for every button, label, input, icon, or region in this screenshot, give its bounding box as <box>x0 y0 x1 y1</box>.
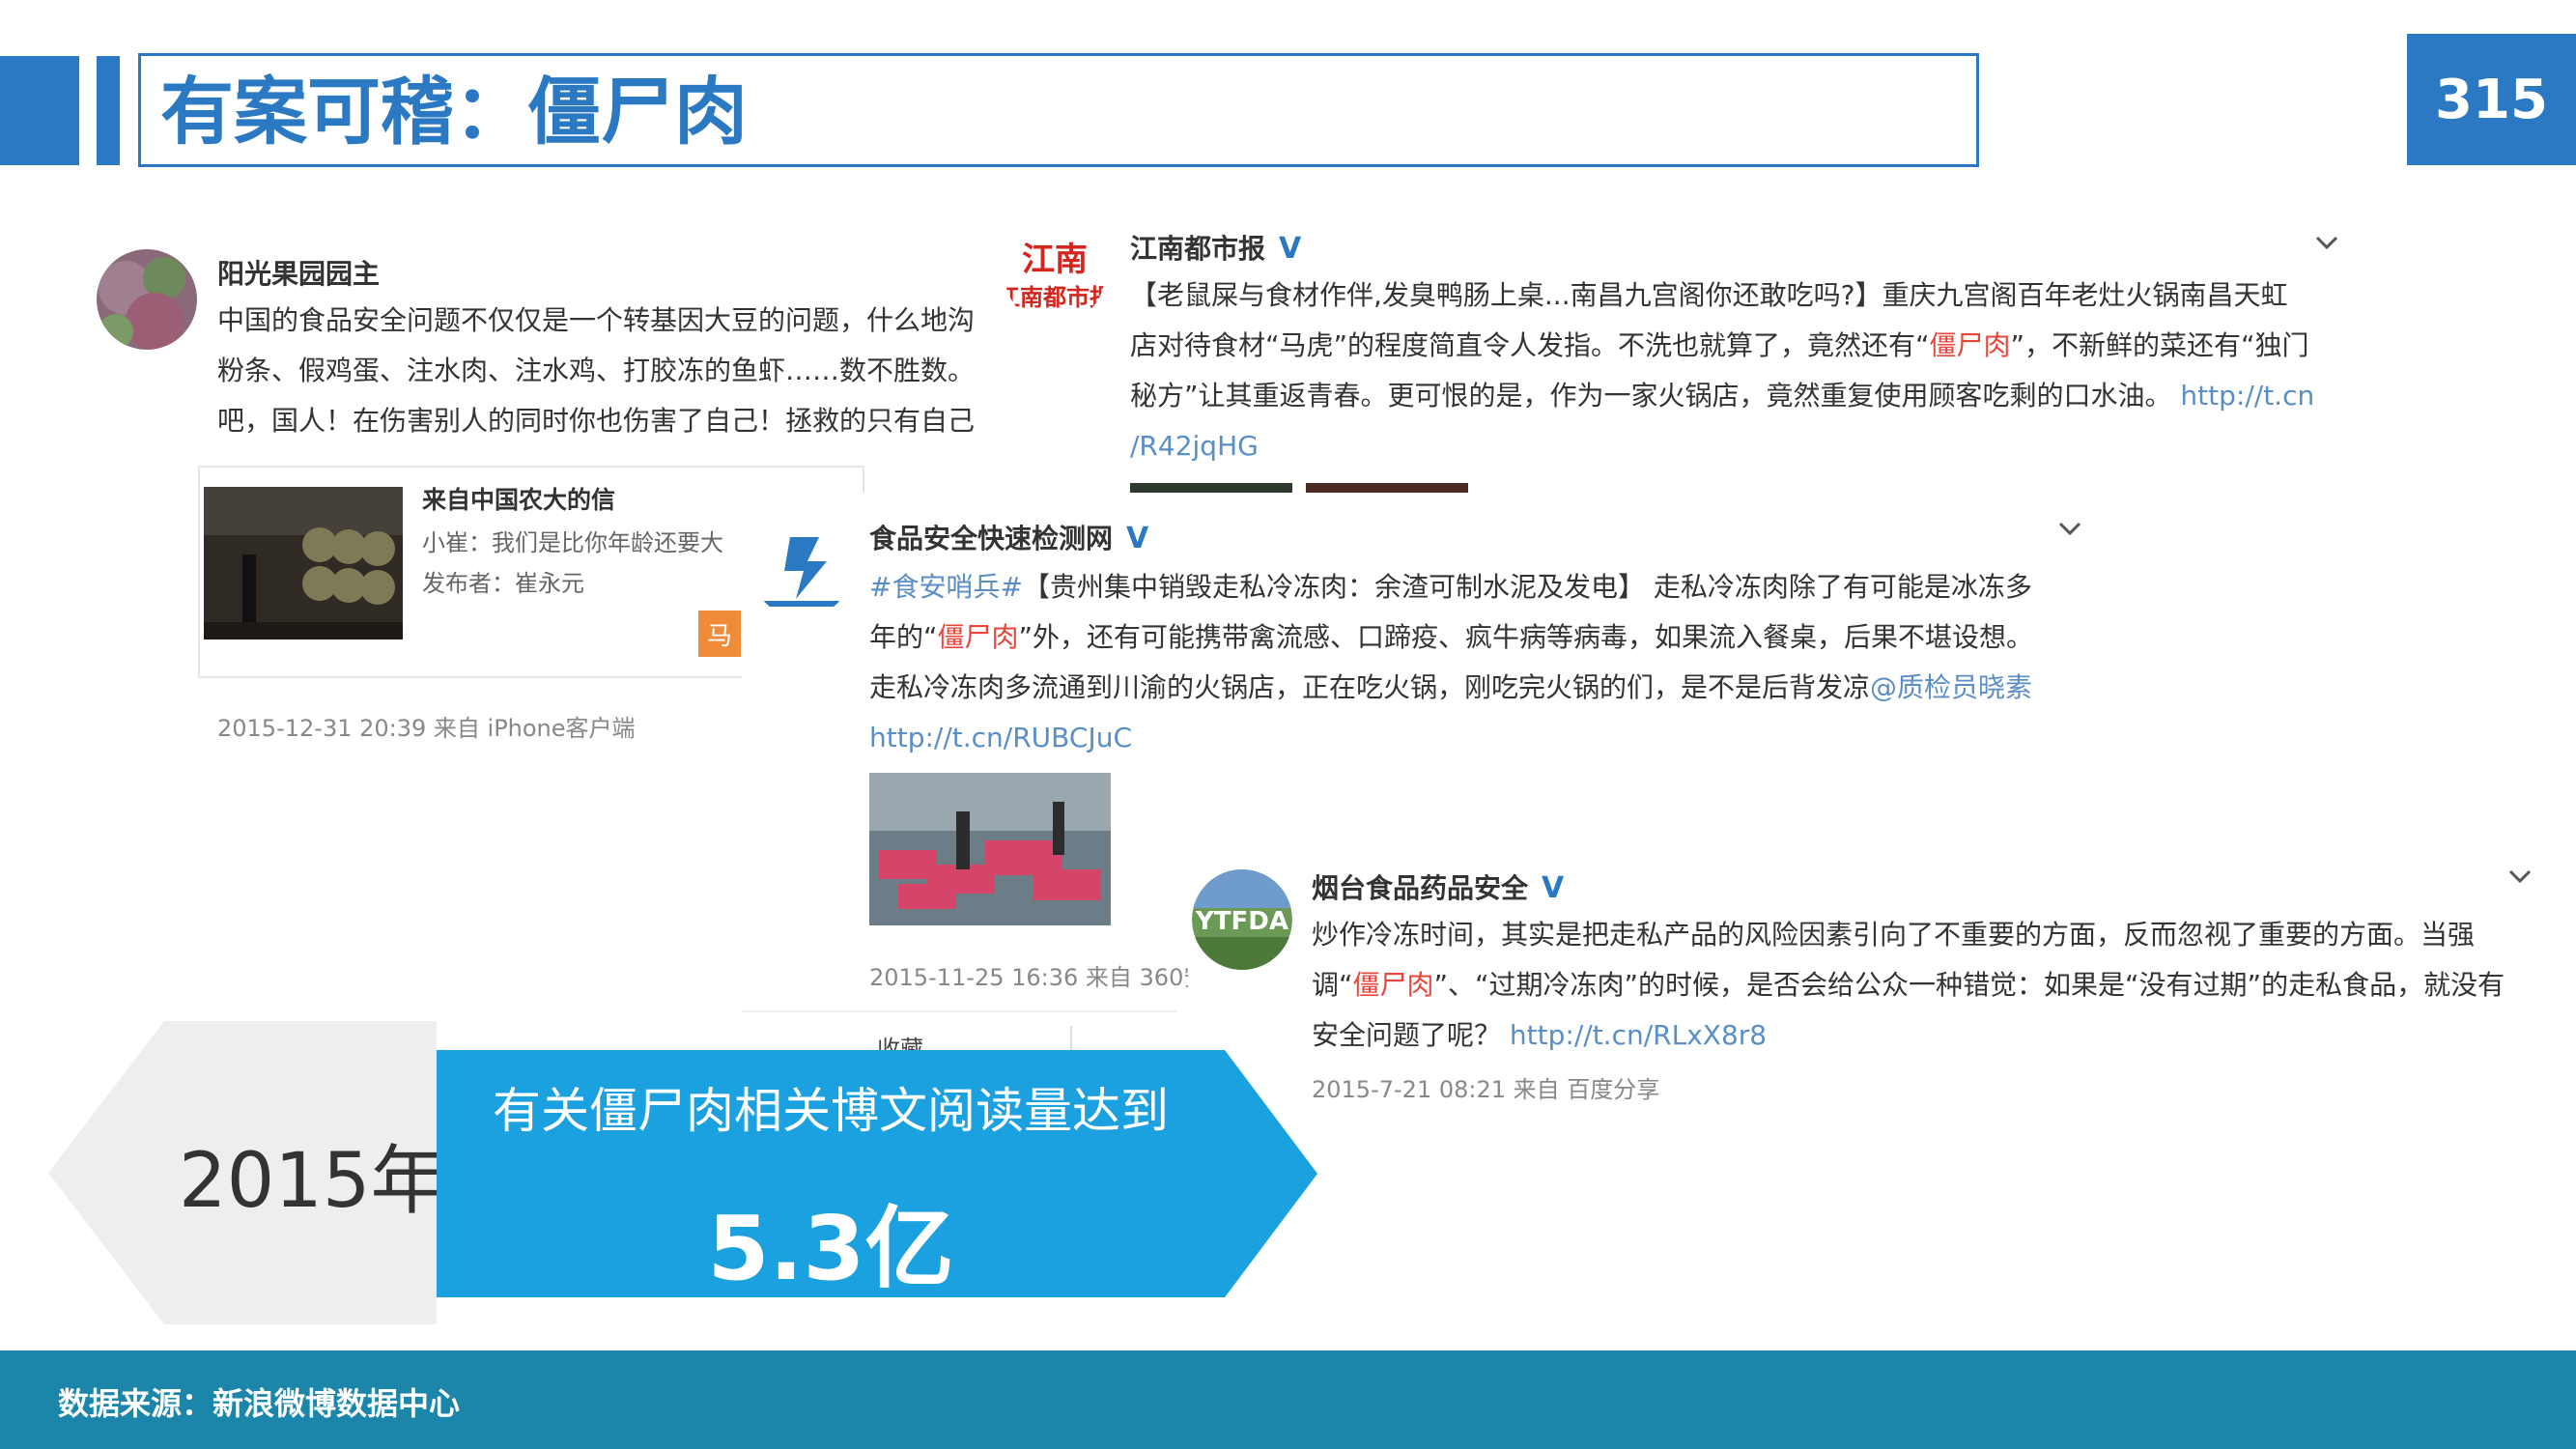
verified-icon: V <box>1279 232 1302 266</box>
callout-year: 2015年 <box>179 1138 446 1225</box>
post-line: 店对待食材“马虎”的程度简直令人发指。不洗也就算了，竟然还有“僵尸肉”，不新鲜的… <box>1130 321 2376 371</box>
post-link[interactable]: http://t.cn <box>2180 380 2314 412</box>
avatar[interactable]: YTFDA <box>1192 869 1292 970</box>
verified-icon: V <box>1126 522 1149 555</box>
text-fragment: 年的“ <box>869 621 938 653</box>
post-line: 吧，国人！在伤害别人的同时你也伤害了自己！拯救的只有自己 <box>217 405 976 437</box>
highlight-keyword: 僵尸肉 <box>1352 969 1434 1001</box>
text-fragment: ”，不新鲜的菜还有“独门 <box>2010 329 2309 361</box>
post-line: 秘方”让其重返青春。更可恨的是，作为一家火锅店，竟然重复使用顾客吃剩的口水油。 … <box>1130 371 2376 421</box>
text-fragment: 店对待食材“马虎”的程度简直令人发指。不洗也就算了，竟然还有“ <box>1130 329 1930 361</box>
author-name: 烟台食品药品安全 <box>1312 872 1529 904</box>
header-accent-bar-thin <box>97 56 120 165</box>
author-name: 江南都市报 <box>1130 233 1266 265</box>
share-thumbnail <box>204 487 403 639</box>
post-line: 走私冷冻肉多流通到川渝的火锅店，正在吃火锅，刚吃完火锅的们，是不是后背发凉@质检… <box>869 663 2113 713</box>
share-title: 来自中国农大的信 <box>422 486 616 514</box>
post-author[interactable]: 江南都市报 V <box>1130 228 1301 267</box>
post-timestamp[interactable]: 2015-7-21 08:21 来自 百度分享 <box>1312 1070 1659 1104</box>
avatar[interactable] <box>751 518 852 618</box>
weibo-post-2: 江南 江南都市报 江南都市报 V 【老鼠屎与食材作伴,发臭鸭肠上桌...南昌九宫阁… <box>1005 213 2376 497</box>
post-divider <box>742 1010 1176 1012</box>
share-tag[interactable]: 马 <box>698 611 741 657</box>
callout-stat-value: 5.3亿 <box>707 1197 954 1300</box>
page-title: 有案可稽：僵尸肉 <box>160 69 748 155</box>
post-line: /R42jqHG <box>1130 421 2376 471</box>
text-fragment: ”外，还有可能携带禽流感、口蹄疫、疯牛病等病毒，如果流入餐桌，后果不堪设想。 <box>1018 621 2034 653</box>
avatar-logo-text: 江南都市报 <box>1005 283 1105 311</box>
post-line: 【老鼠屎与食材作伴,发臭鸭肠上桌...南昌九宫阁你还敢吃吗?】重庆九宫阁百年老灶… <box>1130 279 2288 311</box>
text-fragment: 秘方”让其重返青春。更可恨的是，作为一家火锅店，竟然重复使用顾客吃剩的口水油。 <box>1130 380 2172 412</box>
post-author[interactable]: 烟台食品药品安全 V <box>1312 867 1564 906</box>
post-author[interactable]: 食品安全快速检测网 V <box>869 518 1148 556</box>
highlight-keyword: 僵尸肉 <box>937 621 1019 653</box>
post-line: 炒作冷冻时间，其实是把走私产品的风险因素引向了不重要的方面，反而忽视了重要的方面… <box>1312 919 2476 951</box>
post-timestamp[interactable]: 2015-11-25 16:36 来自 360安 <box>869 958 1206 992</box>
post-text: 中国的食品安全问题不仅仅是一个转基因大豆的问题，什么地沟 粉条、假鸡蛋、注水肉、… <box>217 296 1005 446</box>
mention-link[interactable]: @质检员晓素 <box>1870 671 2032 703</box>
footer-bar: 数据来源：新浪微博数据中心 <box>0 1350 2576 1449</box>
post-link[interactable]: http://t.cn/RLxX8r8 <box>1510 1019 1767 1051</box>
chevron-down-icon[interactable] <box>2057 516 2082 541</box>
post-link[interactable]: /R42jqHG <box>1130 430 1259 462</box>
text-fragment: 【贵州集中销毁走私冷冻肉：余渣可制水泥及发电】 走私冷冻肉除了有可能是冰冻多 <box>1022 571 2032 603</box>
author-name: 食品安全快速检测网 <box>869 523 1114 554</box>
weibo-post-4: YTFDA 烟台食品药品安全 V 炒作冷冻时间，其实是把走私产品的风险因素引向了不… <box>1188 850 2560 1121</box>
post-text: 【老鼠屎与食材作伴,发臭鸭肠上桌...南昌九宫阁你还敢吃吗?】重庆九宫阁百年老灶… <box>1130 270 2376 471</box>
avatar-logo-text: 江南 <box>1022 241 1088 279</box>
verified-icon: V <box>1542 871 1565 905</box>
chevron-down-icon[interactable] <box>2314 230 2339 255</box>
post-line: 中国的食品安全问题不仅仅是一个转基因大豆的问题，什么地沟 <box>217 304 976 336</box>
action-divider <box>1070 1026 1072 1053</box>
avatar-logo-text: YTFDA <box>1195 907 1288 936</box>
header-accent-bar <box>0 56 79 165</box>
post-timestamp[interactable]: 2015-12-31 20:39 来自 iPhone客户端 <box>217 709 636 743</box>
share-publisher: 发布者：崔永元 <box>422 570 584 597</box>
callout-description: 有关僵尸肉相关博文阅读量达到 <box>493 1083 1169 1139</box>
text-fragment: 调“ <box>1312 969 1353 1001</box>
avatar[interactable]: 江南 江南都市报 <box>1005 224 1105 325</box>
post-link[interactable]: http://t.cn/RUBCJuC <box>869 722 1132 753</box>
post-author[interactable]: 阳光果园园主 <box>217 253 380 292</box>
hashtag-link[interactable]: #食安哨兵# <box>869 571 1023 603</box>
post-image[interactable] <box>869 773 1111 925</box>
chevron-down-icon[interactable] <box>2507 864 2533 889</box>
post-line: #食安哨兵#【贵州集中销毁走私冷冻肉：余渣可制水泥及发电】 走私冷冻肉除了有可能… <box>869 562 2113 612</box>
text-fragment: 安全问题了呢？ <box>1312 1019 1502 1051</box>
title-box: 有案可稽：僵尸肉 <box>138 53 1979 167</box>
share-subtitle: 小崔：我们是比你年龄还要大 <box>422 529 723 556</box>
avatar[interactable] <box>97 249 197 350</box>
post-line: 粉条、假鸡蛋、注水肉、注水鸡、打胶冻的鱼虾……数不胜数。 <box>217 355 976 386</box>
text-fragment: ”、“过期冷冻肉”的时候，是否会给公众一种错觉：如果是“没有过期”的走私食品，就… <box>1433 969 2505 1001</box>
post-line: http://t.cn/RUBCJuC <box>869 713 2113 763</box>
post-text: #食安哨兵#【贵州集中销毁走私冷冻肉：余渣可制水泥及发电】 走私冷冻肉除了有可能… <box>869 562 2113 763</box>
page-number: 315 <box>2407 34 2576 165</box>
post-line: 年的“僵尸肉”外，还有可能携带禽流感、口蹄疫、疯牛病等病毒，如果流入餐桌，后果不… <box>869 612 2113 663</box>
data-source: 数据来源：新浪微博数据中心 <box>58 1385 461 1422</box>
post-text: 炒作冷冻时间，其实是把走私产品的风险因素引向了不重要的方面，反而忽视了重要的方面… <box>1312 910 2560 1061</box>
post-line: 调“僵尸肉”、“过期冷冻肉”的时候，是否会给公众一种错觉：如果是“没有过期”的走… <box>1312 960 2560 1010</box>
text-fragment: 走私冷冻肉多流通到川渝的火锅店，正在吃火锅，刚吃完火锅的们，是不是后背发凉 <box>869 671 1871 703</box>
post-line: 安全问题了呢？ http://t.cn/RLxX8r8 <box>1312 1010 2560 1061</box>
highlight-keyword: 僵尸肉 <box>1929 329 2011 361</box>
